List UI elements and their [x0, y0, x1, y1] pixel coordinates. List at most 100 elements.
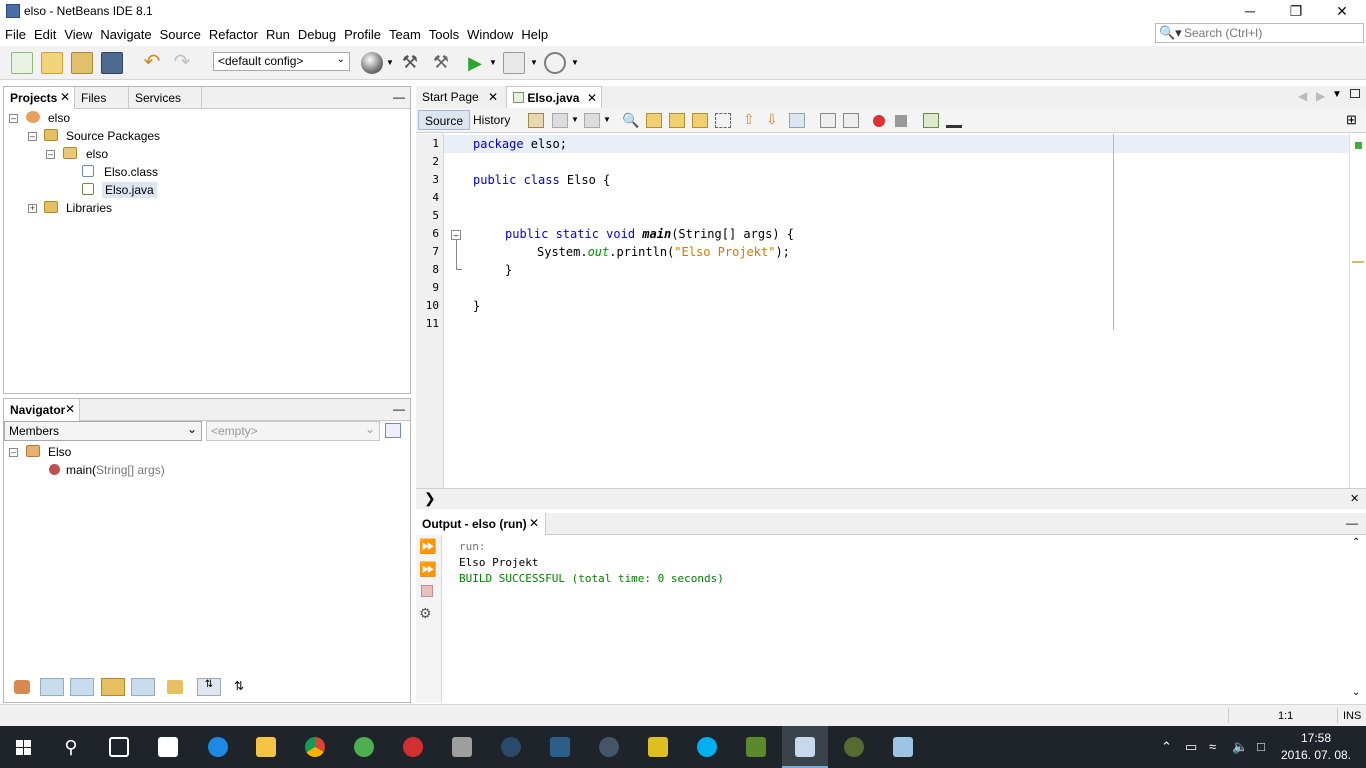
rerun-icon[interactable]: ⏩ [419, 538, 436, 555]
back-icon[interactable] [552, 113, 568, 128]
menu-tools[interactable]: Tools [425, 24, 463, 46]
menu-file[interactable]: File [1, 24, 30, 46]
battery-icon[interactable]: ▭ [1185, 739, 1197, 755]
taskbar-app-green[interactable] [733, 726, 779, 768]
taskbar-store[interactable] [145, 726, 191, 768]
filter-static-icon[interactable] [70, 678, 94, 696]
clock[interactable]: 17:58 2016. 07. 08. [1280, 730, 1352, 764]
chevron-down-icon[interactable]: ▼ [1332, 89, 1342, 100]
collapse-icon[interactable]: – [46, 150, 55, 159]
filter-inner-classes-icon[interactable] [131, 678, 155, 696]
tab-output[interactable]: Output - elso (run) ✕ [416, 513, 546, 535]
output-scrollbar[interactable]: ⌃ ⌄ [1348, 535, 1366, 703]
last-edit-icon[interactable] [528, 113, 544, 128]
empty-select[interactable]: <empty> ⌄ [206, 421, 380, 441]
menu-run[interactable]: Run [262, 24, 294, 46]
new-file-icon[interactable] [11, 52, 33, 74]
previous-bookmark-icon[interactable]: ⇧ [743, 111, 755, 128]
check-icon[interactable] [923, 113, 939, 128]
chevron-down-icon[interactable]: ▼ [386, 58, 394, 67]
notification-icon[interactable]: □ [1257, 739, 1265, 754]
start-button[interactable] [0, 726, 46, 768]
menu-debug[interactable]: Debug [294, 24, 340, 46]
navigator-options-icon[interactable] [385, 423, 401, 438]
close-icon[interactable]: ✕ [60, 90, 70, 104]
tab-start-page[interactable]: Start Page ✕ [416, 86, 504, 108]
menu-refactor[interactable]: Refactor [205, 24, 262, 46]
taskbar-app-yellow[interactable] [635, 726, 681, 768]
shift-right-icon[interactable] [843, 113, 859, 128]
minimize-button[interactable]: ─ [1227, 0, 1273, 24]
sort-by-source-icon[interactable]: ⇅ [230, 679, 248, 695]
minimize-panel-icon[interactable]: — [1346, 516, 1358, 530]
save-all-icon[interactable] [101, 52, 123, 74]
code-editor[interactable]: – package elso; public class Elso { publ… [444, 134, 1349, 488]
toggle-highlight-icon[interactable] [715, 113, 731, 128]
chevron-down-icon[interactable]: ▼ [603, 115, 611, 124]
error-stripe[interactable] [1349, 134, 1366, 488]
close-icon[interactable]: ✕ [529, 516, 539, 530]
taskbar-edge[interactable] [195, 726, 241, 768]
navigator-class[interactable]: Elso [48, 445, 71, 459]
menu-team[interactable]: Team [385, 24, 425, 46]
toggle-bookmark-icon[interactable] [789, 113, 805, 128]
taskbar-explorer[interactable] [243, 726, 289, 768]
filter-nonpublic-icon[interactable] [101, 678, 125, 696]
menu-source[interactable]: Source [156, 24, 205, 46]
scroll-up-icon[interactable]: ⌃ [1352, 537, 1360, 548]
volume-icon[interactable]: 🔈 [1232, 739, 1248, 755]
source-view-button[interactable]: Source [418, 110, 471, 130]
sort-by-name-icon[interactable]: ⇅ [197, 678, 221, 696]
tab-services[interactable]: Services [129, 87, 202, 109]
search-box[interactable]: 🔍▾ Search (Ctrl+I) [1155, 23, 1364, 43]
taskbar-app-round[interactable] [586, 726, 632, 768]
open-project-icon[interactable] [71, 52, 93, 74]
history-view-button[interactable]: History [467, 110, 516, 130]
debug-project-icon[interactable] [503, 52, 525, 74]
task-view-button[interactable] [96, 726, 142, 768]
globe-icon[interactable] [361, 52, 383, 74]
tab-files[interactable]: Files [75, 87, 129, 109]
menu-navigate[interactable]: Navigate [96, 24, 155, 46]
taskbar-chrome[interactable] [292, 726, 338, 768]
build-hammer-icon[interactable]: ⚒ [399, 52, 421, 74]
forward-icon[interactable] [584, 113, 600, 128]
profile-project-icon[interactable] [544, 52, 566, 74]
taskbar-app-dark[interactable] [831, 726, 877, 768]
tree-source-packages[interactable]: Source Packages [66, 129, 160, 143]
tab-navigator[interactable]: Navigator ✕ [4, 399, 80, 421]
scroll-left-icon[interactable]: ◀ [1298, 89, 1307, 103]
chevron-down-icon[interactable]: ▼ [571, 58, 579, 67]
find-selection-icon[interactable] [692, 113, 708, 128]
taskbar-skype[interactable] [684, 726, 730, 768]
chevron-down-icon[interactable]: ▼ [571, 115, 579, 124]
taskbar-utorrent[interactable] [341, 726, 387, 768]
search-icon[interactable]: ⚲ [48, 726, 94, 768]
stop-macro-recording-icon[interactable] [895, 115, 907, 127]
minimize-panel-icon[interactable]: — [393, 90, 405, 104]
navigator-method[interactable]: main(String[] args) [66, 463, 165, 477]
close-icon[interactable]: ✕ [488, 90, 498, 104]
stop-icon[interactable] [421, 585, 433, 597]
minimize-panel-icon[interactable]: — [393, 402, 405, 416]
tree-libraries[interactable]: Libraries [66, 201, 112, 215]
maximize-editor-icon[interactable] [1350, 89, 1360, 98]
undo-icon[interactable]: ↶ [141, 52, 163, 74]
tree-project[interactable]: elso [48, 111, 70, 125]
collapse-icon[interactable]: – [28, 132, 37, 141]
expand-icon[interactable]: + [28, 204, 37, 213]
find-icon[interactable]: 🔍 [622, 112, 639, 129]
scroll-down-icon[interactable]: ⌄ [1352, 687, 1360, 698]
tree-file-java[interactable]: Elso.java [102, 182, 157, 198]
filter-fields-icon[interactable] [40, 678, 64, 696]
configuration-select[interactable]: <default config> ⌄ [213, 52, 350, 71]
shift-left-icon[interactable] [820, 113, 836, 128]
uncomment-icon[interactable] [946, 113, 962, 128]
menu-window[interactable]: Window [463, 24, 517, 46]
taskbar-netbeans[interactable] [782, 726, 828, 768]
maximize-button[interactable]: ❐ [1273, 0, 1319, 24]
close-icon[interactable]: ✕ [1350, 492, 1359, 505]
redo-icon[interactable]: ↷ [171, 52, 193, 74]
members-select[interactable]: Members ⌄ [4, 421, 202, 441]
show-fqn-icon[interactable] [167, 680, 183, 694]
